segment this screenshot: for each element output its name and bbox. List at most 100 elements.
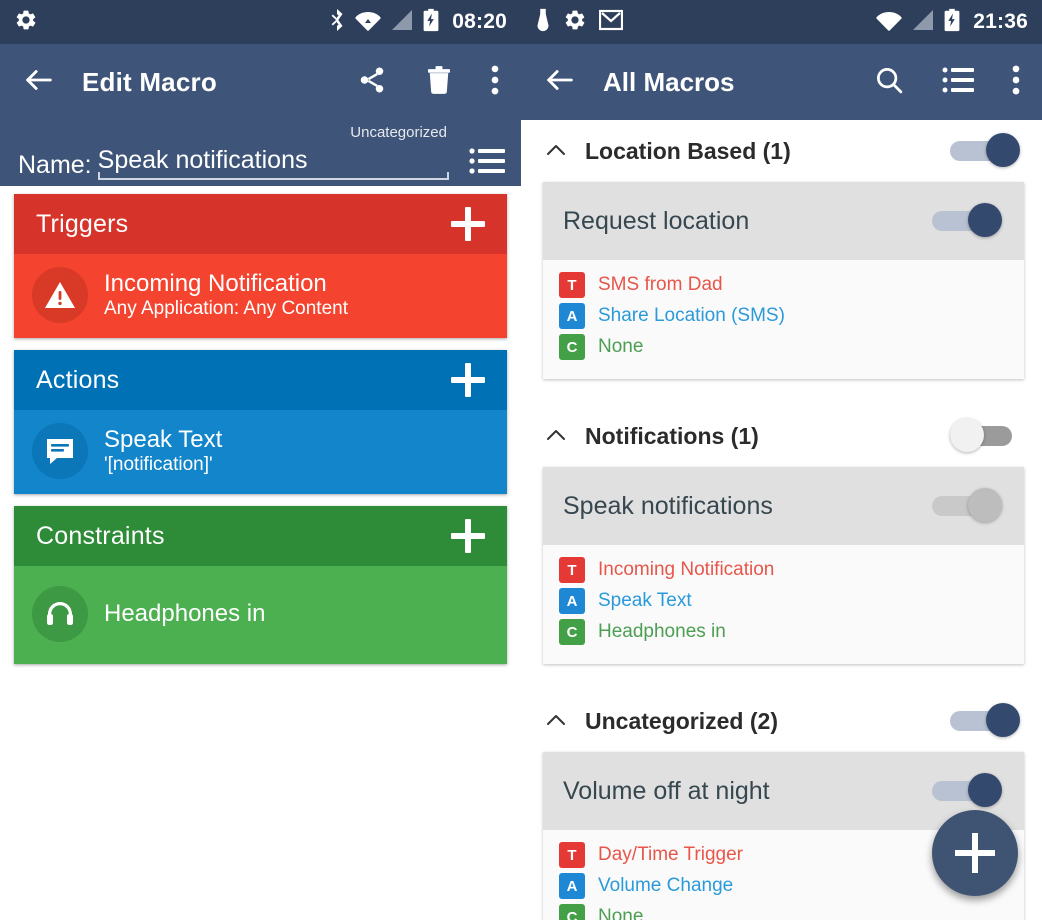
toggle-knob [968,773,1002,807]
toggle-knob [950,418,984,452]
macro-toggle[interactable] [932,488,1002,524]
list-icon[interactable] [942,66,974,99]
macro-name-input[interactable]: Speak notifications [97,146,450,180]
add-macro-fab[interactable] [932,810,1018,896]
group-toggle-location-based[interactable] [950,133,1020,169]
edit-macro-app-bar: Edit Macro [0,44,521,120]
trigger-title: Incoming Notification [104,270,327,298]
wifi-icon [355,9,381,36]
action-badge: A [559,303,585,329]
macro-category-label: Uncategorized [350,124,447,141]
macro-name: Speak notifications [563,491,773,520]
macro-name-value: Speak notifications [97,146,308,174]
trigger-summary-label: SMS from Dad [598,274,723,295]
gmail-icon [598,9,624,36]
add-trigger-button[interactable] [451,207,485,241]
action-badge: A [559,588,585,614]
group-toggle-uncategorized[interactable] [950,703,1020,739]
actions-card-header: Actions [14,350,507,410]
triggers-title: Triggers [36,209,129,238]
action-summary-row: A Speak Text [559,588,1024,614]
left-status-time: 08:20 [452,10,507,33]
group-title: Location Based (1) [585,137,791,164]
group-header-location-based[interactable]: Location Based (1) [521,120,1042,182]
macro-card-header[interactable]: Request location [543,182,1024,260]
wifi-icon [876,9,902,36]
group-toggle-notifications[interactable] [950,418,1020,454]
constraint-badge: C [559,904,585,920]
chevron-up-icon[interactable] [545,140,567,162]
macro-card[interactable]: Request location T SMS from Dad A Share … [543,182,1024,379]
signal-icon [390,9,414,36]
toggle-knob [986,703,1020,737]
constraints-card: Constraints Headphones in [14,506,507,664]
add-action-button[interactable] [451,363,485,397]
overflow-menu-icon[interactable] [491,65,499,100]
speech-bubble-icon [32,423,88,479]
macro-card-header[interactable]: Speak notifications [543,467,1024,545]
signal-icon [911,9,935,36]
action-row[interactable]: Speak Text '[notification]' [14,410,507,494]
name-field-label: Name: [18,151,92,179]
gear-icon [14,8,38,37]
page-title: Edit Macro [82,66,217,97]
macro-name: Volume off at night [563,776,770,805]
macro-toggle[interactable] [932,773,1002,809]
action-subtitle: '[notification]' [104,453,213,475]
constraint-summary-row: C None [559,904,1024,920]
bluetooth-icon [328,8,346,36]
trigger-summary-row: T SMS from Dad [559,272,1024,298]
macro-card-body: T SMS from Dad A Share Location (SMS) C … [543,260,1024,379]
battery-charging-icon [944,8,960,37]
screenshot-root: 08:20 Edit Macro Uncategorized Name: Spe… [0,0,1042,920]
page-title: All Macros [603,66,735,97]
share-icon[interactable] [357,65,387,100]
action-summary-label: Speak Text [598,590,692,611]
constraint-badge: C [559,334,585,360]
battery-charging-icon [423,8,439,37]
trigger-summary-label: Incoming Notification [598,559,775,580]
constraint-summary-label: None [598,336,644,357]
trigger-badge: T [559,272,585,298]
action-summary-label: Share Location (SMS) [598,305,785,326]
headphones-icon [32,586,88,642]
trigger-summary-label: Day/Time Trigger [598,844,743,865]
group-title: Notifications (1) [585,422,759,449]
macro-toggle[interactable] [932,203,1002,239]
constraint-summary-label: Headphones in [598,621,726,642]
right-status-bar: 21:36 [521,0,1042,44]
macro-card[interactable]: Speak notifications T Incoming Notificat… [543,467,1024,664]
action-summary-label: Volume Change [598,875,734,896]
constraint-summary-label: None [598,906,644,920]
right-status-time: 21:36 [973,10,1028,33]
left-status-bar: 08:20 [0,0,521,44]
triggers-card: Triggers Incoming Notification Any Appli… [14,194,507,338]
actions-title: Actions [36,365,120,394]
chevron-up-icon[interactable] [545,710,567,732]
constraint-row[interactable]: Headphones in [14,566,507,664]
add-constraint-button[interactable] [451,519,485,553]
back-arrow-icon[interactable] [543,63,577,102]
all-macros-app-bar: All Macros [521,44,1042,120]
triggers-card-header: Triggers [14,194,507,254]
action-summary-row: A Share Location (SMS) [559,303,1024,329]
edit-macro-screen: 08:20 Edit Macro Uncategorized Name: Spe… [0,0,521,920]
trigger-summary-row: T Incoming Notification [559,557,1024,583]
toggle-knob [986,133,1020,167]
trigger-row[interactable]: Incoming Notification Any Application: A… [14,254,507,338]
group-header-uncategorized[interactable]: Uncategorized (2) [521,690,1042,752]
overflow-menu-icon[interactable] [1012,65,1020,100]
toggle-knob [968,203,1002,237]
back-arrow-icon[interactable] [22,63,56,102]
plus-icon [955,833,995,873]
gear-icon [563,8,587,37]
constraints-title: Constraints [36,521,165,550]
trigger-badge: T [559,557,585,583]
chevron-up-icon[interactable] [545,425,567,447]
delete-icon[interactable] [425,65,453,100]
constraint-summary-row: C None [559,334,1024,360]
group-header-notifications[interactable]: Notifications (1) [521,405,1042,467]
search-icon[interactable] [874,65,904,100]
category-list-icon[interactable] [469,146,505,176]
macro-card-body: T Incoming Notification A Speak Text C H… [543,545,1024,664]
